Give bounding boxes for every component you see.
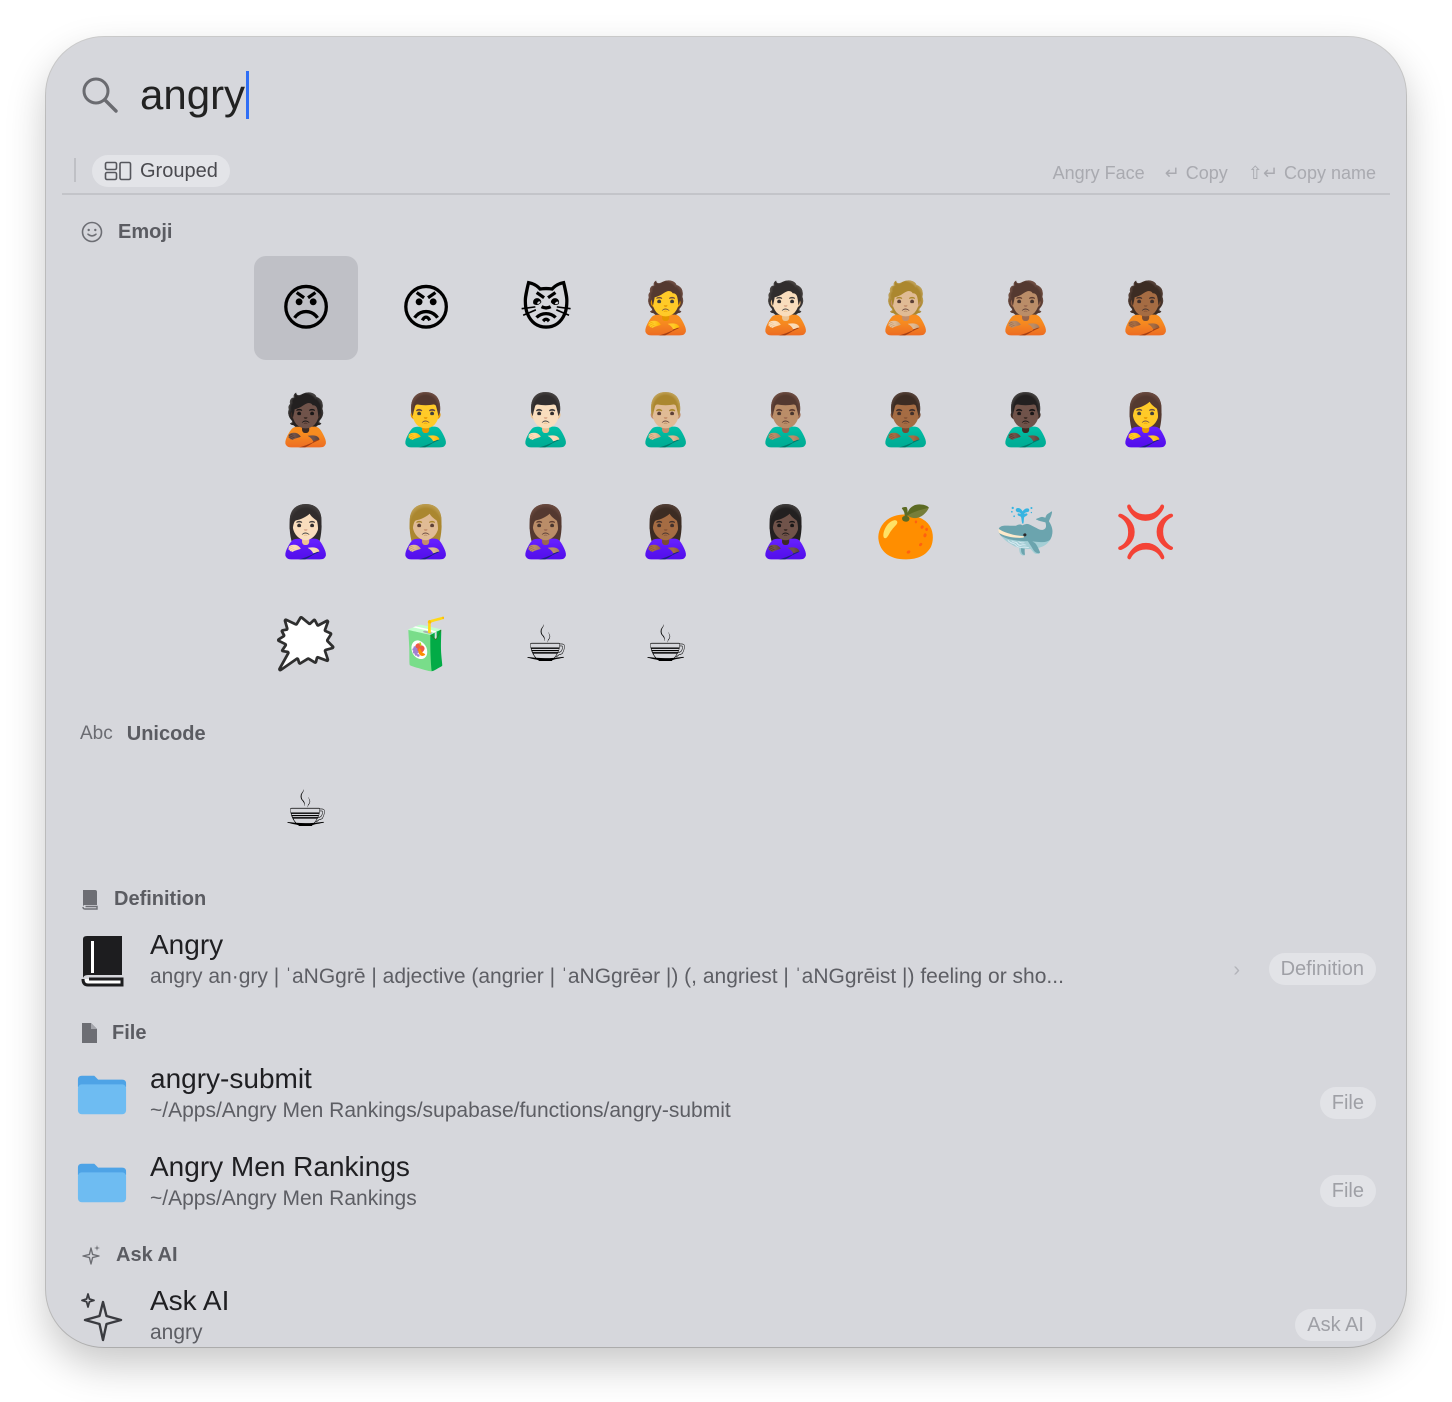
result-subtitle: ~/Apps/Angry Men Rankings [150, 1187, 417, 1210]
result-subtitle: ~/Apps/Angry Men Rankings/supabase/funct… [150, 1099, 731, 1122]
section-header-emoji: Emoji [80, 217, 172, 247]
emoji-cell[interactable]: 🙎🏼 [854, 256, 958, 360]
section-header-ask-ai: Ask AI [80, 1240, 178, 1270]
emoji-cell[interactable]: 🧃 [374, 592, 478, 696]
result-type-badge: File [1319, 1087, 1376, 1119]
search-query: angry [140, 71, 246, 118]
emoji-cell[interactable]: 🙎🏾 [1094, 256, 1198, 360]
section-title: Unicode [126, 722, 206, 745]
file-result-row[interactable]: Angry Men Rankings ~/Apps/Angry Men Rank… [46, 1147, 1406, 1231]
emoji-cell[interactable]: 🙎🏿‍♀️ [734, 480, 838, 584]
emoji-cell[interactable]: 🙎‍♀️ [1094, 368, 1198, 472]
chevron-right-icon: › [1233, 959, 1240, 981]
emoji-cell[interactable]: 🙎‍♂️ [374, 368, 478, 472]
grouped-toggle-button[interactable]: Grouped [92, 155, 230, 187]
grouped-layout-icon [104, 161, 132, 181]
emoji-cell[interactable]: 🙎🏽‍♀️ [494, 480, 598, 584]
sparkle-icon [76, 1291, 128, 1343]
section-title: File [112, 1021, 147, 1044]
emoji-cell[interactable]: 🐳 [974, 480, 1078, 584]
emoji-cell[interactable]: 🙎🏾‍♀️ [614, 480, 718, 584]
file-result-row[interactable]: angry-submit ~/Apps/Angry Men Rankings/s… [46, 1059, 1406, 1143]
emoji-cell[interactable]: 🙎🏽 [974, 256, 1078, 360]
launcher-window: angry Grouped Angry Face ↵ Copy ⇧↵ Copy … [46, 37, 1406, 1347]
emoji-cell[interactable]: ☕ [494, 592, 598, 696]
result-type-badge: Ask AI [1295, 1309, 1376, 1341]
search-bar: angry [46, 37, 1406, 155]
emoji-cell[interactable]: 🙎🏻‍♀️ [254, 480, 358, 584]
emoji-cell[interactable]: 🙎🏼‍♂️ [614, 368, 718, 472]
result-title: Angry [150, 929, 224, 960]
grouped-label: Grouped [140, 159, 218, 182]
definition-result-row[interactable]: Angry angry an·gry | ˈaNGgrē | adjective… [46, 925, 1406, 1009]
emoji-cell[interactable]: 😡 [374, 256, 478, 360]
emoji-cell[interactable]: 🗯️ [254, 592, 358, 696]
action-hints: Angry Face ↵ Copy ⇧↵ Copy name [1053, 159, 1376, 187]
folder-icon [76, 1157, 128, 1209]
document-icon [80, 1022, 98, 1044]
emoji-cell[interactable]: 💢 [1094, 480, 1198, 584]
emoji-cell[interactable]: 🙎🏻 [734, 256, 838, 360]
text-caret [246, 71, 250, 119]
result-title: Ask AI [150, 1285, 230, 1316]
section-title: Definition [114, 887, 207, 910]
emoji-cell[interactable]: 🙎🏻‍♂️ [494, 368, 598, 472]
result-subtitle: angry an·gry | ˈaNGgrē | adjective (angr… [150, 965, 1064, 988]
section-title: Ask AI [116, 1243, 178, 1266]
section-header-definition: Definition [80, 884, 206, 914]
result-subtitle: angry [150, 1321, 203, 1344]
result-type-badge: File [1319, 1175, 1376, 1207]
folder-icon [76, 1069, 128, 1121]
emoji-cell[interactable]: 🙎🏼‍♀️ [374, 480, 478, 584]
selected-item-name: Angry Face [1052, 162, 1145, 183]
section-title: Emoji [118, 220, 173, 243]
result-title: Angry Men Rankings [150, 1151, 410, 1182]
result-title: angry-submit [150, 1063, 312, 1094]
dictionary-icon [76, 935, 128, 987]
emoji-cell[interactable]: 😾 [494, 256, 598, 360]
emoji-cell[interactable]: 🍊 [854, 480, 958, 584]
emoji-cell[interactable]: 😠 [254, 256, 358, 360]
section-header-unicode: Abc Unicode [80, 719, 206, 749]
sparkle-icon [80, 1244, 102, 1266]
smiley-icon [80, 220, 104, 244]
toolbar: Grouped Angry Face ↵ Copy ⇧↵ Copy name [62, 153, 1390, 195]
emoji-cell[interactable]: 🙎 [614, 256, 718, 360]
toolbar-divider [74, 158, 76, 182]
book-icon [80, 888, 100, 910]
shift-return-key-icon: ⇧↵ [1247, 162, 1278, 183]
emoji-cell[interactable]: 🙎🏿‍♂️ [974, 368, 1078, 472]
emoji-cell[interactable]: 🙎🏿 [254, 368, 358, 472]
emoji-cell[interactable]: ☕ [614, 592, 718, 696]
return-key-icon: ↵ [1164, 162, 1180, 183]
copy-name-hint-label: Copy name [1283, 162, 1376, 183]
emoji-cell[interactable]: 🙎🏾‍♂️ [854, 368, 958, 472]
search-input[interactable]: angry [140, 63, 250, 127]
copy-name-hint[interactable]: ⇧↵ Copy name [1248, 163, 1376, 184]
ask-ai-result-row[interactable]: Ask AI angry Ask AI [46, 1281, 1406, 1347]
result-type-badge: Definition [1268, 953, 1376, 985]
abc-icon: Abc [80, 723, 113, 744]
copy-hint[interactable]: ↵ Copy [1165, 163, 1228, 184]
section-header-file: File [80, 1018, 146, 1048]
search-icon [82, 77, 118, 113]
unicode-cell[interactable]: ☕ [254, 757, 358, 861]
emoji-cell[interactable]: 🙎🏽‍♂️ [734, 368, 838, 472]
copy-hint-label: Copy [1185, 162, 1228, 183]
